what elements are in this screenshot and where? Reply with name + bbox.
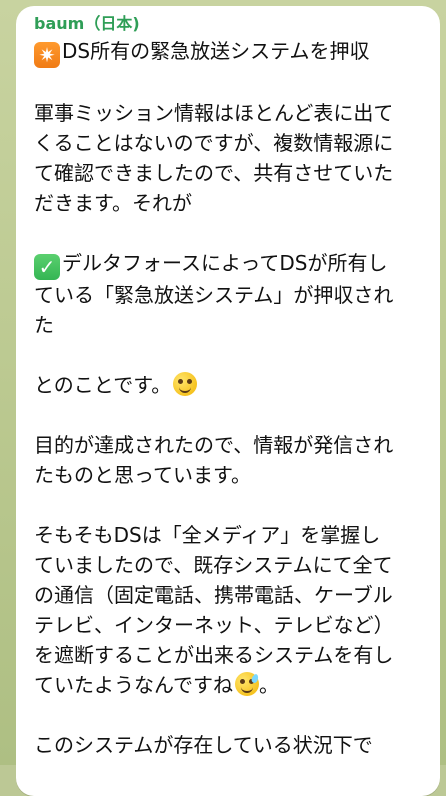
message-line-13: ていましたので、既存システムにて全て — [34, 553, 393, 577]
message-line-8: た — [34, 313, 54, 337]
message-line-14: の通信（固定電話、携帯電話、ケーブル — [34, 583, 393, 607]
message-bubble: baum（日本) ✷ DS所有の緊急放送システムを押収 軍事ミッション情報はほとん… — [16, 6, 440, 796]
sparkle-icon: ✷ — [34, 42, 60, 68]
message-text: ✷ DS所有の緊急放送システムを押収 軍事ミッション情報はほとんど表に出て くるこ… — [34, 36, 424, 760]
message-line-10: 目的が達成されたので、情報が発信され — [34, 433, 394, 457]
message-line-9: とのことです。 — [34, 370, 424, 400]
message-line-12: そもそもDSは「全メディア」を掌握し — [34, 523, 381, 547]
message-line-17-text: ていたようなんですね — [34, 673, 233, 697]
message-line-15: テレビ、インターネット、テレビなど） — [34, 613, 394, 637]
message-line-5: だきます。それが — [34, 191, 192, 215]
message-line-6: ✓ デルタフォースによってDSが所有し — [34, 248, 424, 280]
message-line-7: ている「緊急放送システム」が押収され — [34, 283, 394, 307]
message-line-9-text: とのことです。 — [34, 373, 172, 397]
message-line-6-text: デルタフォースによってDSが所有し — [62, 251, 388, 275]
message-line-11: たものと思っています。 — [34, 463, 251, 487]
sender-name[interactable]: baum（日本) — [34, 14, 424, 34]
sweat-drop-icon — [250, 673, 260, 684]
message-line-1: ✷ DS所有の緊急放送システムを押収 — [34, 36, 424, 68]
message-line-17-suffix: 。 — [259, 673, 279, 697]
message-line-3: くることはないのですが、複数情報源に — [34, 131, 394, 155]
message-line-17: ていたようなんですね 。 — [34, 670, 424, 700]
message-line-16: を遮断することが出来るシステムを有し — [34, 643, 394, 667]
message-line-4: て確認できましたので、共有させていた — [34, 161, 394, 185]
message-line-18: このシステムが存在している状況下で — [34, 733, 373, 757]
message-line-1-text: DS所有の緊急放送システムを押収 — [62, 39, 370, 63]
message-line-2: 軍事ミッション情報はほとんど表に出て — [34, 101, 394, 125]
check-icon: ✓ — [34, 254, 60, 280]
grinning-sweat-face-icon — [235, 672, 260, 696]
laughing-face-icon — [173, 372, 198, 396]
